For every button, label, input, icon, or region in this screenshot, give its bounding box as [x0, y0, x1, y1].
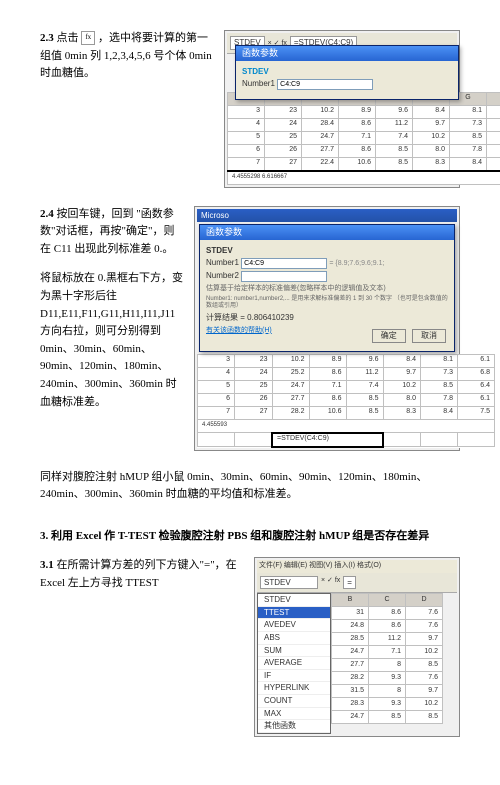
step-2-4c-text: 同样对腹腔注射 hMUP 组小鼠 0min、30min、60min、90min、… — [40, 469, 460, 504]
number1-input-2[interactable] — [241, 258, 327, 269]
ok-button[interactable]: 确定 — [372, 329, 406, 343]
result-label: 计算结果 = — [206, 313, 245, 322]
step-2-4-text: 按回车键，回到 "函数参数"对话框，再按"确定"，则在 C11 出现此列标准差 … — [40, 208, 174, 255]
data-grid-2: 32310.28.99.68.48.16.1 42425.28.611.29.7… — [197, 354, 495, 448]
section-3-title: 利用 Excel 作 T-TEST 检验腹腔注射 PBS 组和腹腔注射 hMUP… — [51, 530, 429, 542]
fn-item[interactable]: MAX — [258, 708, 330, 721]
result-value: 0.806410239 — [247, 313, 294, 322]
fn-name-label: STDEV — [242, 67, 452, 77]
step-3-1-text: 在所需计算方差的列下方键入"="，在Excel 左上方寻找 TTEST — [40, 559, 237, 589]
number1-input[interactable] — [277, 79, 373, 90]
step-2-4-num: 2.4 — [40, 208, 54, 220]
number2-input[interactable] — [241, 271, 327, 282]
fn-item[interactable]: 其他函数 — [258, 720, 330, 733]
step-2-4b-text: 将鼠标放在 0.黑框右下方，变为黑十字形后往 D11,E11,F11,G11,H… — [40, 270, 184, 411]
dialog-title: 函数参数 — [236, 46, 458, 61]
fn-item[interactable]: ABS — [258, 632, 330, 645]
data-grid-3: BCD 318.67.6 24.88.67.6 28.511.29.7 24.7… — [331, 593, 443, 724]
n1-label: Number1 — [206, 258, 239, 267]
fn-item[interactable]: IF — [258, 670, 330, 683]
menu-bar[interactable]: 文件(F) 编辑(E) 视图(V) 插入(I) 格式(O) — [257, 560, 457, 572]
fn-name-2: STDEV — [206, 246, 448, 256]
step-2-3-text-a: 点击 — [57, 32, 79, 44]
fn-item[interactable]: STDEV — [258, 594, 330, 607]
cancel-button[interactable]: 取消 — [412, 329, 446, 343]
fn-item[interactable]: AVERAGE — [258, 657, 330, 670]
dialog2-title: 函数参数 — [200, 225, 454, 240]
app-title: Microso — [201, 211, 229, 221]
fn-desc: 估算基于给定样本的标准偏差(忽略样本中的逻辑值及文本) — [206, 285, 448, 293]
fn-item-selected[interactable]: TTEST — [258, 607, 330, 620]
fx-input[interactable]: = — [343, 576, 356, 590]
function-list[interactable]: STDEV TTEST AVEDEV ABS SUM AVERAGE IF HY… — [257, 593, 331, 734]
fn-item[interactable]: COUNT — [258, 695, 330, 708]
formula-cell: =STDEV(C4:C9) — [272, 433, 383, 447]
fn-hint: Number1: number1,number2,... 是用来求解标准偏差的 … — [206, 296, 448, 310]
namebox[interactable]: STDEV — [260, 576, 318, 590]
n2-label: Number2 — [206, 271, 239, 280]
fn-item[interactable]: SUM — [258, 645, 330, 658]
screenshot-2: Microso 函数参数 STDEV Number1 = {8.9;7.6;9.… — [194, 206, 460, 451]
help-link[interactable]: 有关该函数的帮助(H) — [206, 327, 272, 335]
fx-icon: fx — [81, 31, 95, 45]
fn-item[interactable]: AVEDEV — [258, 619, 330, 632]
section-3-num: 3. — [40, 530, 48, 542]
screenshot-3: 文件(F) 编辑(E) 视图(V) 插入(I) 格式(O) STDEV × ✓ … — [254, 557, 460, 737]
step-3-1-num: 3.1 — [40, 559, 54, 571]
data-grid-1: ABCDEFGH 32310.28.99.68.48.16.1 42428.48… — [227, 92, 500, 185]
step-2-3-num: 2.3 — [40, 32, 54, 44]
arg-label: Number1 — [242, 79, 275, 88]
n1-eq: = {8.9;7.6;9.6;9.1; — [329, 260, 384, 267]
screenshot-1: STDEV × ✓ fx =STDEV(C4:C9) 函数参数 STDEV Nu… — [224, 30, 460, 188]
fn-item[interactable]: HYPERLINK — [258, 682, 330, 695]
